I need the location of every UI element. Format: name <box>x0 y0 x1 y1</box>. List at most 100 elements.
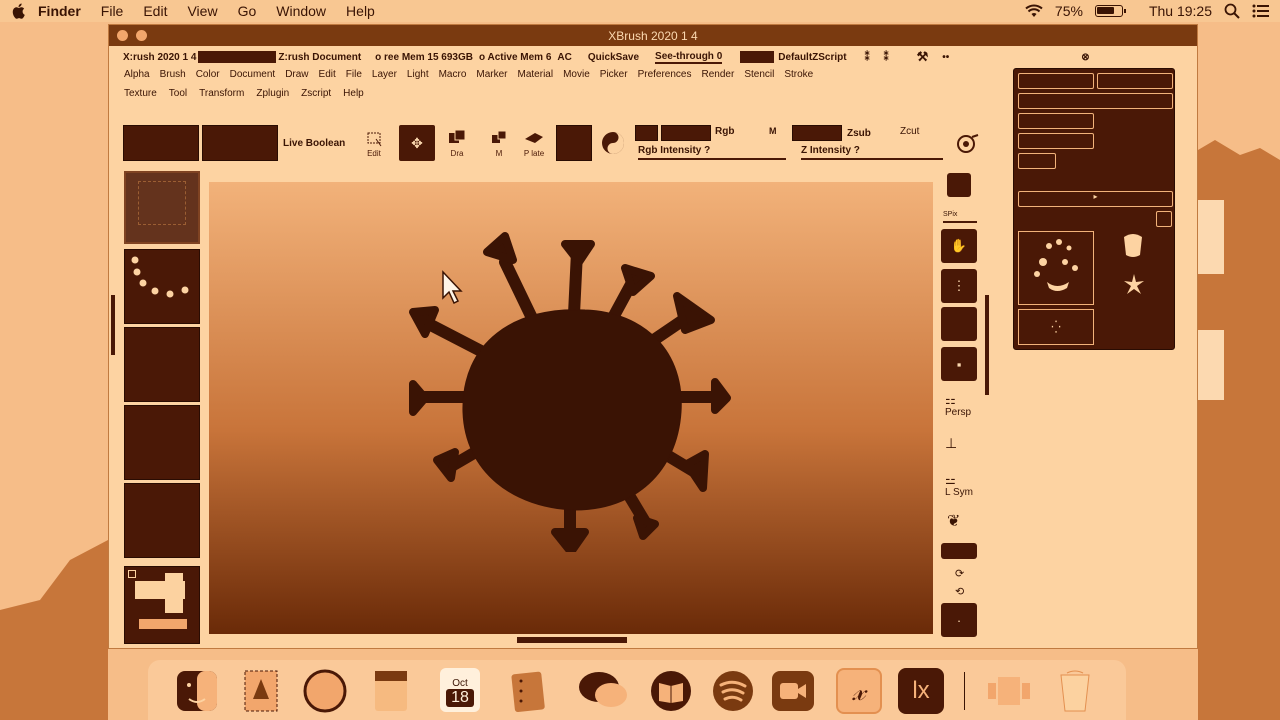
palette-icon[interactable]: ⁑ <box>865 52 870 63</box>
actual-button[interactable] <box>941 307 977 341</box>
zbrush-menu-item-13[interactable]: Picker <box>600 69 628 80</box>
menu-app-name[interactable]: Finder <box>38 3 81 19</box>
aahalf-button[interactable]: ▪ <box>941 347 977 381</box>
texture-preview[interactable] <box>124 405 200 480</box>
alpha-slot[interactable] <box>124 171 200 244</box>
zbrush-menu2-item-4[interactable]: Zscript <box>301 88 331 99</box>
menu-help[interactable]: Help <box>346 3 375 19</box>
mathtype-icon[interactable]: 𝓍 <box>836 668 882 714</box>
star-tool-icon[interactable] <box>1122 273 1146 297</box>
zbrush-menu-item-0[interactable]: Alpha <box>124 69 150 80</box>
right-tray-handle[interactable] <box>985 295 989 395</box>
bpr-button[interactable] <box>947 173 971 197</box>
spix-slider[interactable]: SPix <box>943 211 957 218</box>
material-slot[interactable] <box>556 125 592 161</box>
spotlight-search-icon[interactable] <box>1224 3 1240 19</box>
wifi-icon[interactable] <box>1025 4 1043 18</box>
z-intensity-track[interactable] <box>801 158 943 160</box>
zbrush-menu-item-15[interactable]: Render <box>702 69 735 80</box>
close-window-button[interactable] <box>117 30 128 41</box>
calendar-icon[interactable]: Oct 18 <box>440 668 480 712</box>
draw-mode-button[interactable]: ✥ <box>399 125 435 161</box>
preview-icon[interactable] <box>238 668 284 714</box>
zoom-app-icon[interactable] <box>986 668 1032 714</box>
spix-track[interactable] <box>943 221 977 223</box>
lx-icon[interactable]: lx <box>898 668 944 714</box>
color-swatch[interactable] <box>124 566 200 644</box>
zbrush-menu-item-8[interactable]: Light <box>407 69 429 80</box>
window-titlebar[interactable]: XBrush 2020 1 4 <box>109 25 1197 46</box>
document-canvas[interactable] <box>209 182 933 634</box>
rgb-button[interactable]: Rgb <box>715 126 734 137</box>
zbrush-menu-item-10[interactable]: Marker <box>476 69 507 80</box>
zbrush-menu-item-6[interactable]: File <box>346 69 362 80</box>
rotate-button[interactable]: P late <box>523 129 545 158</box>
frame-button[interactable]: ❦ <box>947 511 960 531</box>
settings-icon[interactable]: ⊗ <box>1081 52 1089 63</box>
r-button[interactable] <box>1156 211 1172 227</box>
alpha-preview[interactable] <box>124 327 200 402</box>
quicksave-button[interactable]: QuickSave <box>588 52 639 63</box>
hammer-icon[interactable]: ⚒ <box>917 49 929 65</box>
export-button[interactable] <box>1018 133 1094 149</box>
zbrush-menu2-item-0[interactable]: Texture <box>124 88 157 99</box>
focal-shift-icon[interactable] <box>956 132 980 159</box>
zsub-button[interactable]: Zsub <box>847 128 871 139</box>
zbrush-menu-item-14[interactable]: Preferences <box>638 69 692 80</box>
move-view-button[interactable] <box>941 543 977 559</box>
zbrush-menu-item-3[interactable]: Document <box>230 69 276 80</box>
transp-button[interactable]: · <box>941 603 977 637</box>
bottom-tray-handle[interactable] <box>517 637 627 643</box>
spotify-icon[interactable] <box>710 668 756 714</box>
zoom3d-button[interactable]: ⟳ <box>955 567 964 580</box>
current-tool-thumbnail[interactable] <box>1018 231 1094 305</box>
brush-slot[interactable] <box>123 125 199 161</box>
zbrush-menu2-item-5[interactable]: Help <box>343 88 364 99</box>
menu-edit[interactable]: Edit <box>143 3 167 19</box>
see-through-slider[interactable]: See-through 0 <box>655 51 723 64</box>
zoom-button[interactable]: ⋮ <box>941 269 977 303</box>
material-preview[interactable] <box>124 483 200 558</box>
mrgb-button[interactable] <box>635 125 658 141</box>
live-boolean-button[interactable]: Live Boolean <box>283 138 345 149</box>
facetime-icon[interactable] <box>770 668 816 714</box>
battery-icon[interactable] <box>1094 5 1126 17</box>
trash-icon[interactable] <box>1052 668 1098 714</box>
zbrush-menu-item-12[interactable]: Movie <box>563 69 590 80</box>
zbrush-menu-item-11[interactable]: Material <box>518 69 554 80</box>
zbrush-menu-item-1[interactable]: Brush <box>160 69 186 80</box>
default-zscript-button[interactable]: DefaultZScript <box>778 52 846 63</box>
minimize-window-button[interactable] <box>136 30 147 41</box>
import-button[interactable] <box>1018 113 1094 129</box>
safari-icon[interactable] <box>302 668 348 714</box>
simple-brush-tool[interactable]: ⁛ <box>1018 309 1094 345</box>
notebook-icon[interactable] <box>504 668 550 714</box>
menu-file[interactable]: File <box>101 3 124 19</box>
zbrush-menu-item-4[interactable]: Draw <box>285 69 308 80</box>
lsym-button[interactable]: ⚍ L Sym <box>945 473 973 498</box>
zcut-button[interactable]: Zcut <box>900 126 919 137</box>
zbrush-menu-item-9[interactable]: Macro <box>439 69 467 80</box>
zbrush-menu2-item-2[interactable]: Transform <box>199 88 244 99</box>
apple-logo-icon[interactable] <box>10 2 28 20</box>
m-button[interactable]: M <box>769 126 777 136</box>
persp-button[interactable]: ⚏ Persp <box>945 393 971 418</box>
rgb-slot[interactable] <box>661 125 711 141</box>
menu-window[interactable]: Window <box>276 3 326 19</box>
scale-button[interactable]: M <box>489 129 509 158</box>
edit-button[interactable]: Edit <box>366 131 382 158</box>
load-tool-button[interactable] <box>1018 73 1094 89</box>
menu-go[interactable]: Go <box>238 3 257 19</box>
rgb-intensity-slider[interactable]: Rgb Intensity ? <box>638 145 710 156</box>
clone-button[interactable] <box>1018 153 1056 169</box>
notes-icon[interactable] <box>368 668 414 714</box>
zbrush-menu2-item-3[interactable]: Zplugin <box>256 88 289 99</box>
rotate3d-button[interactable]: ⟲ <box>955 585 964 598</box>
more-icon[interactable]: •• <box>942 52 949 63</box>
zadd-slot[interactable] <box>792 125 842 141</box>
z-intensity-slider[interactable]: Z Intensity ? <box>801 145 860 156</box>
stroke-preview[interactable] <box>124 249 200 324</box>
zbrush-menu2-item-1[interactable]: Tool <box>169 88 187 99</box>
goz-button[interactable]: ▸ <box>1018 191 1173 207</box>
menubar-clock[interactable]: Thu 19:25 <box>1149 3 1212 19</box>
